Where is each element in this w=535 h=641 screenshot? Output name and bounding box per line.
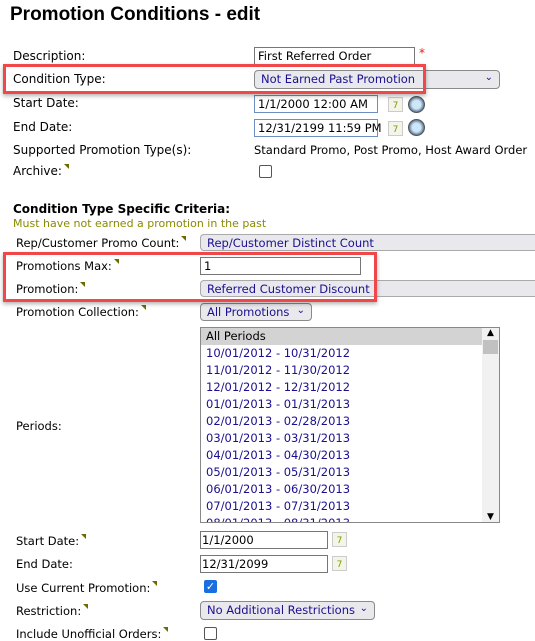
criteria-subtitle: Must have not earned a promotion in the … xyxy=(13,217,267,230)
period-option[interactable]: 06/01/2013 - 06/30/2013 xyxy=(201,481,499,498)
unofficial-checkbox[interactable] xyxy=(204,627,217,640)
start-date-input[interactable]: 1/1/2000 12:00 AM xyxy=(254,95,378,113)
period-option[interactable]: 12/01/2012 - 12/31/2012 xyxy=(201,379,499,396)
promotion-collection-label: Promotion Collection: xyxy=(16,305,146,319)
period-option[interactable]: 02/01/2013 - 02/28/2013 xyxy=(201,413,499,430)
scrollbar[interactable]: ▲ ▼ xyxy=(482,328,499,522)
info-marker-icon xyxy=(63,164,69,169)
period-option[interactable]: 07/01/2013 - 07/31/2013 xyxy=(201,498,499,515)
criteria-start-date-label: Start Date: xyxy=(16,534,87,548)
description-label: Description: xyxy=(13,49,86,63)
restriction-label: Restriction: xyxy=(16,604,89,618)
supported-types-label: Supported Promotion Type(s): xyxy=(13,143,192,157)
period-option[interactable]: 01/01/2013 - 01/31/2013 xyxy=(201,396,499,413)
end-date-input[interactable]: 12/31/2199 11:59 PM xyxy=(254,119,382,137)
period-option[interactable]: 03/01/2013 - 03/31/2013 xyxy=(201,430,499,447)
calendar-icon[interactable]: 7 xyxy=(388,97,403,112)
calendar-icon[interactable]: 7 xyxy=(388,121,403,136)
period-option[interactable]: 10/01/2012 - 10/31/2012 xyxy=(201,345,499,362)
criteria-start-date-input[interactable]: 1/1/2000 xyxy=(200,531,328,549)
rep-count-label: Rep/Customer Promo Count: xyxy=(16,236,187,250)
calendar-icon[interactable]: 7 xyxy=(332,556,347,571)
clock-icon[interactable] xyxy=(408,96,425,113)
required-mark: * xyxy=(419,46,425,60)
periods-listbox[interactable]: All Periods 10/01/2012 - 10/31/2012 11/01/… xyxy=(200,327,500,523)
supported-types-value: Standard Promo, Post Promo, Host Award O… xyxy=(254,143,528,157)
criteria-header: Condition Type Specific Criteria: xyxy=(13,202,231,216)
archive-label: Archive: xyxy=(13,164,69,178)
calendar-icon[interactable]: 7 xyxy=(332,532,347,547)
highlight-box xyxy=(3,252,377,302)
periods-label: Periods: xyxy=(16,419,62,433)
period-option[interactable]: 05/01/2013 - 05/31/2013 xyxy=(201,464,499,481)
period-option[interactable]: 08/01/2013 - 08/31/2013 xyxy=(201,515,499,522)
criteria-end-date-input[interactable]: 12/31/2099 xyxy=(200,555,328,573)
chevron-down-icon: ⌄ xyxy=(484,72,493,83)
clock-icon[interactable] xyxy=(408,119,425,136)
start-date-label: Start Date: xyxy=(13,96,79,110)
criteria-end-date-label: End Date: xyxy=(16,557,73,571)
page-title: Promotion Conditions - edit xyxy=(10,4,261,25)
restriction-select[interactable]: No Additional Restrictions ⌄ xyxy=(200,601,375,620)
promotion-collection-select[interactable]: All Promotions ⌄ xyxy=(200,303,312,321)
highlight-box xyxy=(3,64,426,94)
period-option[interactable]: 04/01/2013 - 04/30/2013 xyxy=(201,447,499,464)
archive-checkbox[interactable] xyxy=(259,165,272,178)
period-option[interactable]: 11/01/2012 - 11/30/2012 xyxy=(201,362,499,379)
period-option[interactable]: All Periods xyxy=(201,328,499,345)
end-date-label: End Date: xyxy=(13,120,73,134)
rep-count-select[interactable]: Rep/Customer Distinct Count xyxy=(200,234,535,251)
use-current-checkbox[interactable]: ✓ xyxy=(204,580,217,593)
description-input[interactable]: First Referred Order xyxy=(254,47,415,65)
use-current-label: Use Current Promotion: xyxy=(16,581,158,595)
